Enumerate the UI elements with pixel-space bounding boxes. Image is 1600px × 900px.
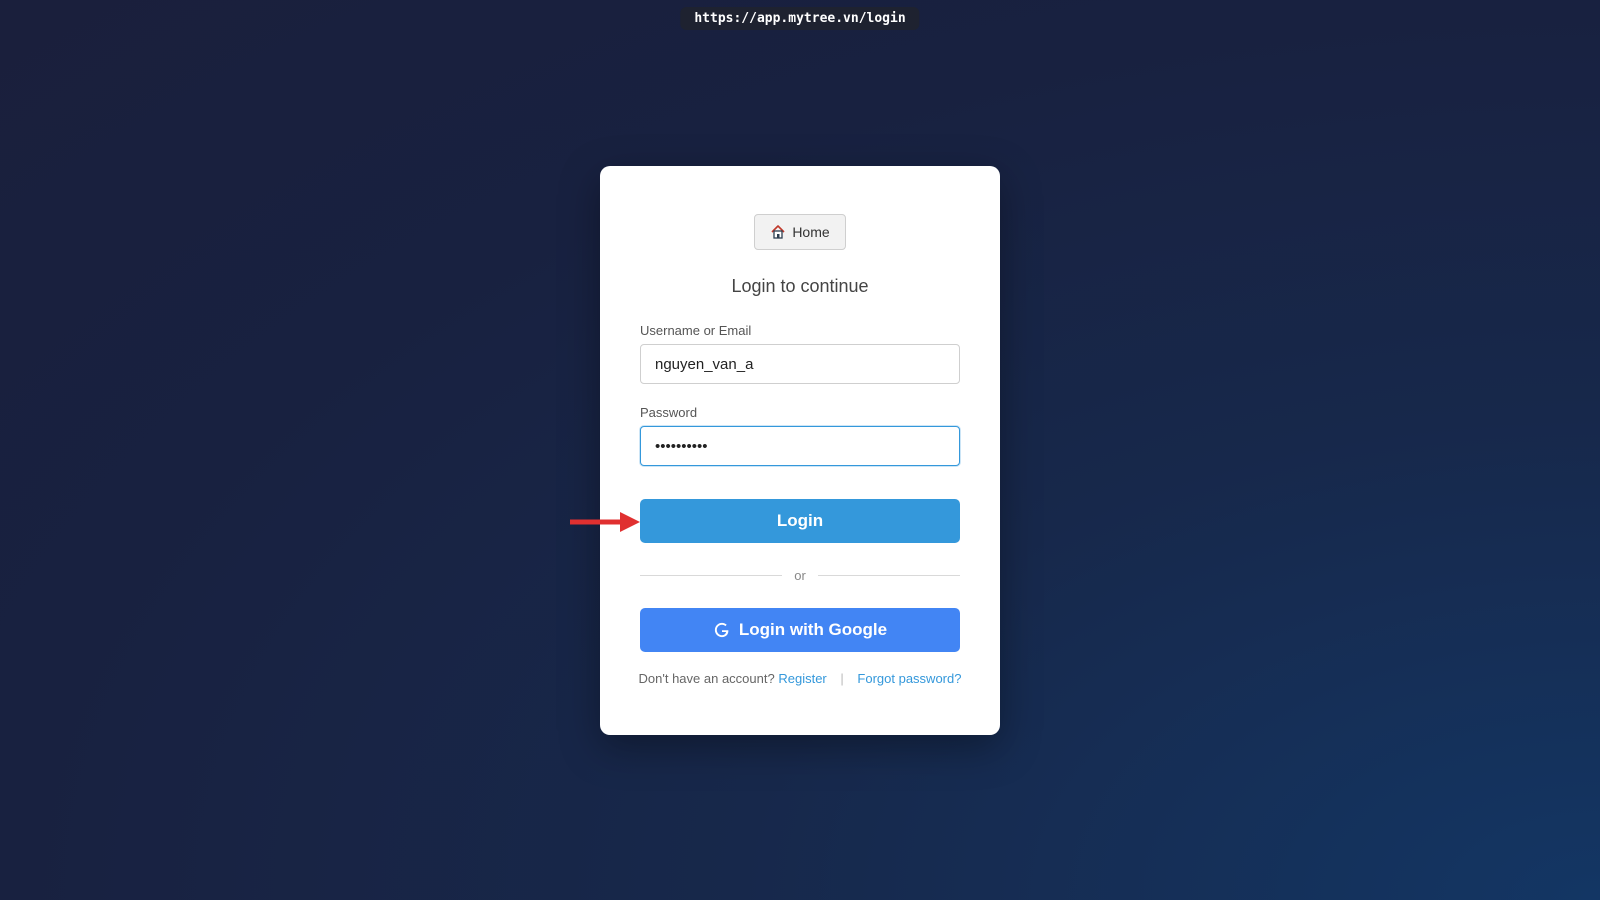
home-button[interactable]: Home <box>754 214 846 250</box>
home-icon <box>770 224 786 240</box>
divider-text: or <box>794 568 806 583</box>
arrow-right-icon <box>570 511 642 538</box>
or-divider: or <box>640 568 960 584</box>
username-input[interactable] <box>640 344 960 384</box>
home-button-label: Home <box>792 224 830 240</box>
page-subtitle: Login to continue <box>731 276 869 296</box>
no-account-text: Don't have an account? <box>638 671 775 686</box>
register-link[interactable]: Register <box>778 671 826 686</box>
password-input[interactable] <box>640 426 960 466</box>
forgot-password-link[interactable]: Forgot password? <box>857 671 961 686</box>
url-bar: https://app.mytree.vn/login <box>680 7 920 30</box>
login-card: Home Login to continue Username or Email… <box>600 166 1000 735</box>
google-login-button[interactable]: Login with Google <box>640 608 960 652</box>
login-button[interactable]: Login <box>640 499 960 543</box>
username-label: Username or Email <box>640 323 752 338</box>
link-separator: | <box>840 671 844 686</box>
divider-line-right <box>818 575 960 576</box>
footer-links: Don't have an account? Register | Forgot… <box>600 671 1000 686</box>
google-icon <box>713 621 731 639</box>
password-label: Password <box>640 405 698 420</box>
google-button-label: Login with Google <box>738 620 888 639</box>
